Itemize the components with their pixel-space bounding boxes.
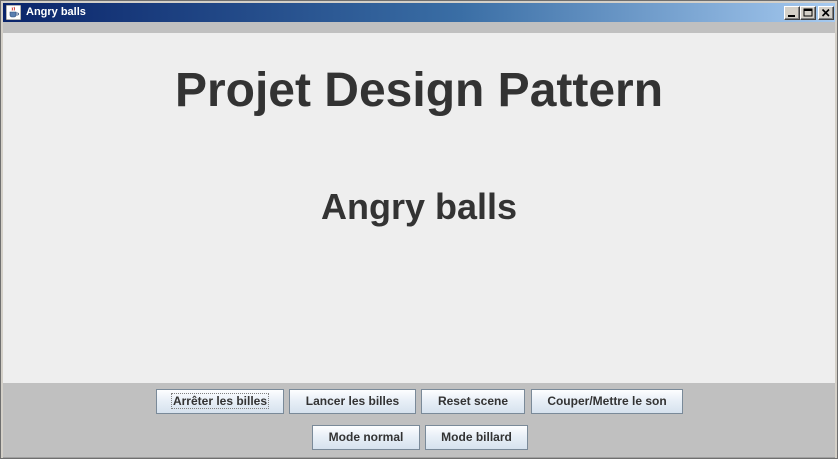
page-subtitle: Angry balls [320, 186, 518, 227]
java-cup-icon[interactable] [5, 4, 22, 21]
control-panel: Arrêter les billes Lancer les billes Res… [3, 383, 835, 457]
mode-normal-button[interactable]: Mode normal [312, 425, 420, 450]
app-window: Angry balls Projet Design Pattern Angry … [0, 0, 838, 459]
maximize-button[interactable] [800, 6, 816, 20]
minimize-icon [788, 15, 795, 17]
title-bar[interactable]: Angry balls [3, 3, 835, 22]
toggle-sound-button[interactable]: Couper/Mettre le son [531, 389, 683, 414]
page-title: Projet Design Pattern [174, 64, 664, 117]
stop-balls-button[interactable]: Arrêter les billes [156, 389, 284, 414]
reset-scene-button[interactable]: Reset scene [421, 389, 525, 414]
top-panel [3, 22, 835, 33]
stop-balls-label: Arrêter les billes [170, 393, 270, 409]
window-bottom-border [3, 457, 835, 458]
mode-billard-button[interactable]: Mode billard [425, 425, 528, 450]
window-title: Angry balls [26, 6, 86, 18]
launch-balls-button[interactable]: Lancer les billes [289, 389, 416, 414]
maximize-icon [803, 8, 813, 17]
close-button[interactable] [818, 6, 834, 20]
minimize-button[interactable] [784, 6, 800, 20]
main-content: Projet Design Pattern Angry balls [3, 33, 835, 383]
close-icon [821, 8, 830, 17]
